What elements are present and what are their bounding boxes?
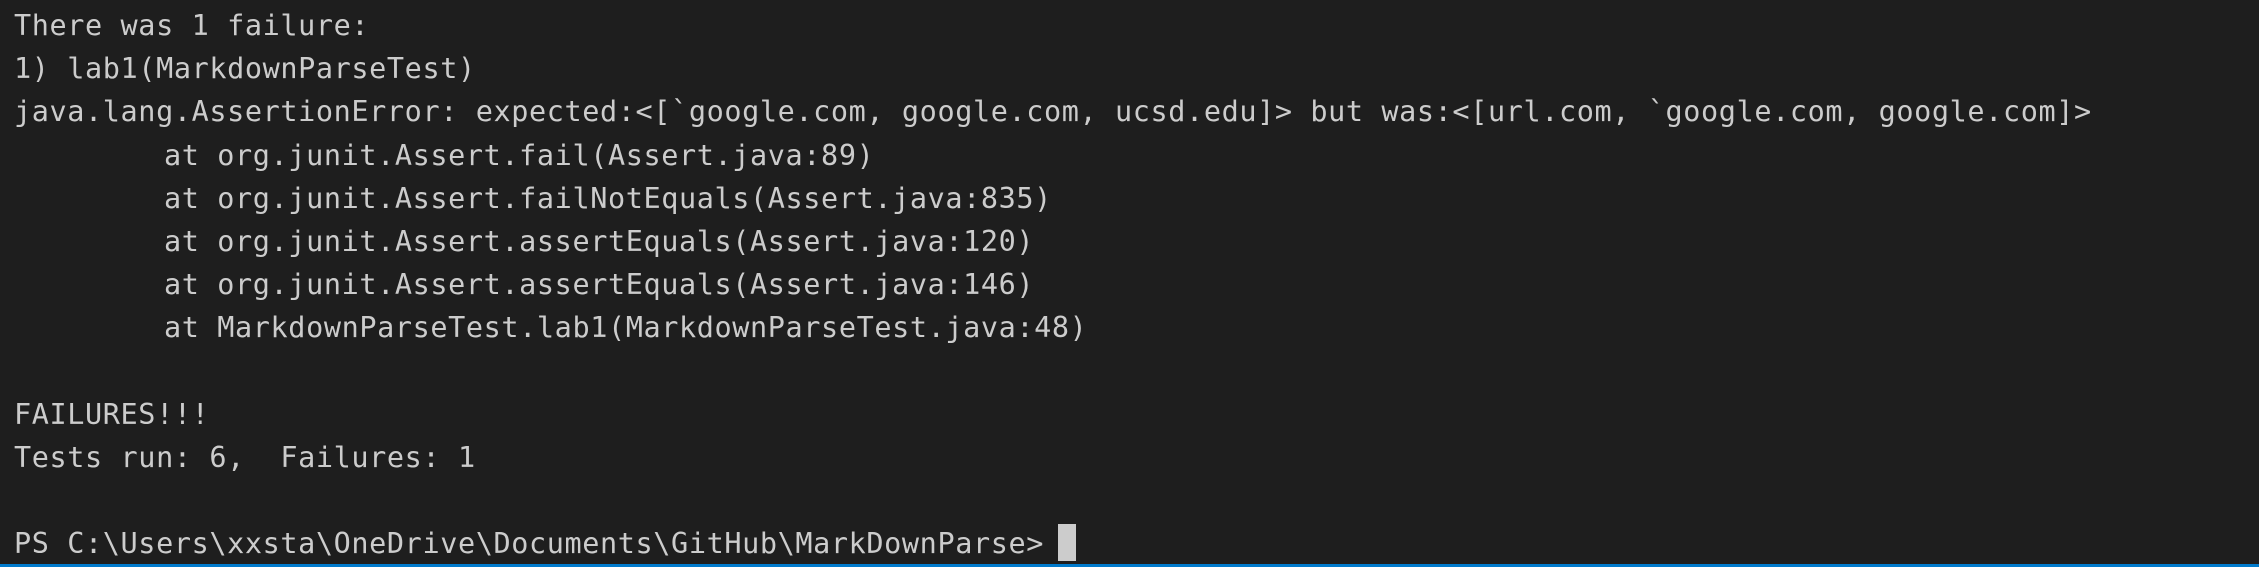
stack-trace-line: at org.junit.Assert.assertEquals(Assert.… bbox=[164, 224, 1035, 258]
stack-trace-line: at MarkdownParseTest.lab1(MarkdownParseT… bbox=[164, 311, 1088, 345]
terminal-panel[interactable]: There was 1 failure: 1) lab1(MarkdownPar… bbox=[0, 0, 2259, 567]
stack-trace-line: at org.junit.Assert.assertEquals(Assert.… bbox=[164, 268, 1035, 302]
assertion-error-line: java.lang.AssertionError: expected:<[`go… bbox=[14, 95, 2092, 129]
failure-title-line: 1) lab1(MarkdownParseTest) bbox=[14, 52, 476, 86]
prompt-line[interactable]: PS C:\Users\xxsta\OneDrive\Documents\Git… bbox=[14, 522, 2259, 565]
stack-trace-line: at org.junit.Assert.failNotEquals(Assert… bbox=[164, 181, 1052, 215]
failures-banner: FAILURES!!! bbox=[14, 397, 210, 431]
text-cursor[interactable] bbox=[1058, 524, 1076, 562]
test-summary-line: There was 1 failure: bbox=[14, 9, 370, 42]
stack-trace-line: at org.junit.Assert.fail(Assert.java:89) bbox=[164, 138, 875, 172]
tests-result-line: Tests run: 6, Failures: 1 bbox=[14, 440, 476, 474]
prompt-text: PS C:\Users\xxsta\OneDrive\Documents\Git… bbox=[14, 527, 1044, 561]
